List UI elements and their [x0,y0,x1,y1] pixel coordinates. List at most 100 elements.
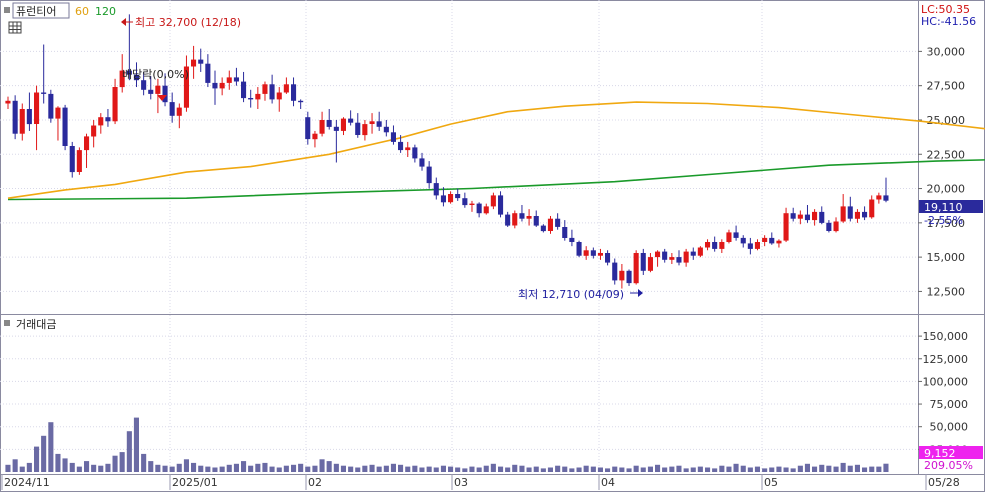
volume-bar [183,459,189,472]
volume-bar [483,465,489,472]
volume-bar [41,435,47,472]
volume-bar [305,466,311,472]
volume-bar [590,466,596,472]
candle-body [754,242,760,249]
volume-bar [398,464,404,472]
volume-bar [212,467,218,472]
stock-chart[interactable]: 30,00027,50025,00022,50020,00017,50015,0… [0,0,985,492]
volume-bar [462,468,468,472]
candle-body [440,195,446,203]
volume-bar [490,463,496,472]
candle-body [34,92,40,124]
volume-bar [405,466,411,472]
candle-body [198,59,204,64]
volume-bar [205,466,211,472]
candle-body [847,206,853,219]
candle-body [305,117,311,140]
candle-body [19,109,25,134]
candle-body [69,146,75,173]
candle-body [212,82,218,89]
candle-body [476,203,482,214]
candle-body [662,251,668,260]
candle-body [55,107,61,119]
candle-body [719,242,725,249]
candle-body [405,147,411,151]
volume-bar [333,463,339,472]
candle-body [826,222,832,231]
date-tick-label: 05/28 [928,476,960,489]
candle-body [390,132,396,142]
candle-body [112,87,118,122]
candle-body [647,257,653,271]
candle [633,250,639,285]
volume-bar [5,464,11,472]
volume-tick-label: 125,000 [923,353,969,366]
candle-body [376,121,382,127]
candle-body [141,80,147,90]
price-tick-label: 12,500 [927,285,966,298]
volume-bar [26,462,32,472]
volume-bar [169,466,175,472]
candle-body [626,270,632,284]
candle-body [840,206,846,222]
volume-bar [255,463,261,472]
date-tick-label: 2024/11 [4,476,50,489]
volume-bar [533,466,539,472]
candle-body [712,242,718,249]
candle-body [383,126,389,133]
candle-body [783,213,789,241]
candle-body [355,122,361,135]
date-tick-label: 03 [454,476,468,489]
candle [62,104,68,151]
candle-body [597,253,603,256]
volume-bar [76,466,82,472]
candle-body [547,218,553,231]
volume-bar [562,466,568,472]
volume-bar [84,461,90,472]
volume-bar [597,467,603,472]
volume-bar [847,465,853,472]
volume-bar [776,466,782,472]
volume-bar [312,465,318,472]
candle-body [498,195,504,215]
candle [76,147,82,175]
candle-body [776,240,782,244]
volume-bar [726,466,732,472]
candle-body [348,118,354,123]
volume-bar [797,465,803,472]
volume-tick-label: 50,000 [930,421,969,434]
volume-bar [98,465,104,472]
legend-name: 퓨런티어 [16,5,56,18]
volume-bar [862,467,868,472]
candle-body [233,77,239,82]
volume-bar [369,464,375,472]
candle-body [819,211,825,223]
volume-bar [298,463,304,472]
candle-body [241,81,247,99]
volume-bar [219,466,225,472]
volume-bar [833,466,839,472]
volume-bar [626,468,632,472]
svg-text:배당락(0,0%): 배당락(0,0%) [122,68,189,81]
volume-bar [176,463,182,472]
candle-body [319,120,325,134]
candle-body [448,194,454,203]
grid-icon[interactable] [8,21,22,34]
candle-body [605,253,611,263]
volume-bar [419,467,425,472]
volume-bar [547,467,553,472]
candle-body [519,213,525,219]
candle-body [683,251,689,263]
candle-body [812,211,818,221]
volume-bar [740,465,746,472]
candle-body [426,166,432,184]
candle-body [398,141,404,151]
date-tick-label: 05 [764,476,778,489]
hc-label: HC:-41.56 [921,15,976,28]
volume-bar [141,453,147,472]
candle-body [91,125,97,137]
volume-bar [733,463,739,472]
volume-bar [91,464,97,472]
volume-bar [783,467,789,472]
volume-bar [233,463,239,472]
